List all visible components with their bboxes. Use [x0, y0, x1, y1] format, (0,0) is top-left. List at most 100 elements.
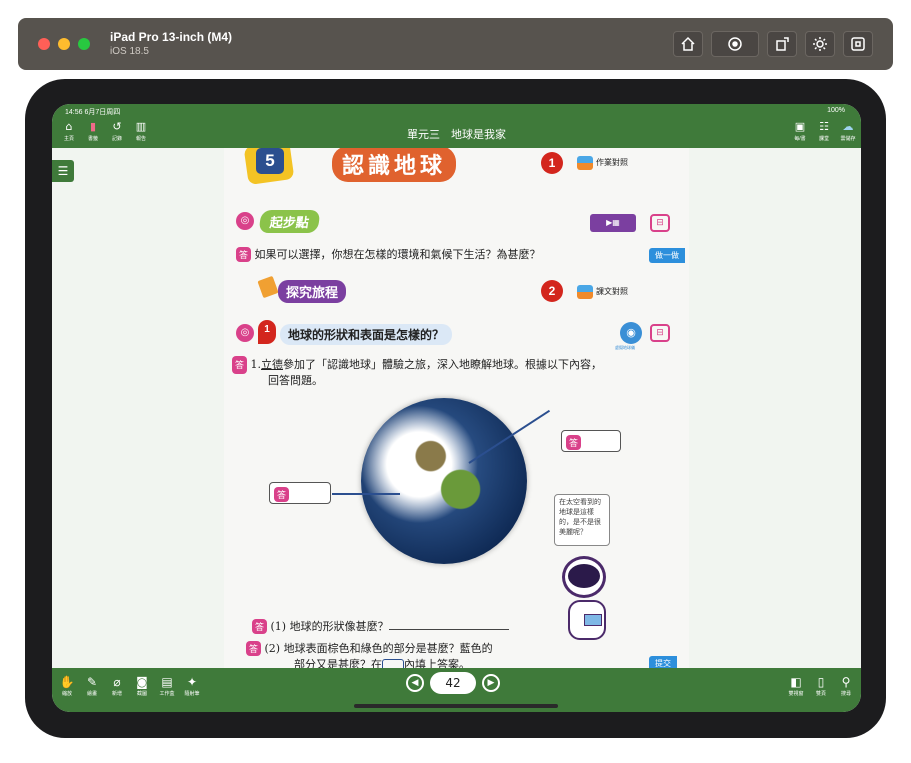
- rotate-button[interactable]: [767, 31, 797, 57]
- question-1-continued: 回答問題。: [268, 374, 323, 387]
- list-icon: ☰: [57, 164, 69, 178]
- activity-icon[interactable]: ▶▦: [590, 214, 636, 232]
- answer-field-right[interactable]: 答: [561, 430, 621, 452]
- bottom-left-tools: ✋ 縮放 ✎ 繪畫 ⌀ 新增 ◙ 截圖 ▤ 工作盒 ✦ 隨射筆: [58, 674, 201, 697]
- page-number[interactable]: 42: [430, 672, 476, 694]
- pointer-line-left: [332, 493, 400, 495]
- answer-icon[interactable]: 答: [232, 356, 248, 374]
- status-bar: 14:56 6月7日周四 100%: [52, 104, 861, 118]
- window-controls: [38, 38, 90, 50]
- sub-question-1-blank[interactable]: [388, 629, 509, 630]
- earth-globe-image: [361, 398, 527, 564]
- home-icon: [681, 36, 695, 51]
- text-compare-link[interactable]: 課文對照: [577, 285, 628, 299]
- virtual-globe-button[interactable]: ◉: [620, 322, 642, 344]
- do-it-button[interactable]: 做一做: [649, 248, 685, 263]
- callout-badge-1: 1: [541, 152, 563, 174]
- close-window-button[interactable]: [38, 38, 50, 50]
- command-button[interactable]: [843, 31, 873, 57]
- answer-icon[interactable]: 答: [252, 619, 268, 634]
- record-icon[interactable]: ⊟: [650, 214, 670, 232]
- virtual-globe-label: 虛擬地球儀: [615, 345, 635, 350]
- answer-box-inline[interactable]: [382, 659, 404, 668]
- status-time: 14:56 6月7日周四: [65, 109, 121, 116]
- dual-icon: ◧: [790, 675, 802, 689]
- submit-button[interactable]: 提交: [649, 656, 677, 668]
- home-button[interactable]: [673, 31, 703, 57]
- magic-icon: ✦: [186, 675, 198, 689]
- toolbox-tool[interactable]: ▤ 工作盒: [158, 674, 176, 697]
- pen-icon: ✎: [86, 675, 98, 689]
- screenshot-button[interactable]: [711, 31, 759, 57]
- sub-question-2: 答 (2) 地球表面棕色和綠色的部分是甚麼？藍色的: [246, 640, 493, 656]
- page-navigator: ◀ 42 ▶: [406, 672, 500, 694]
- bottom-toolbar: ✋ 縮放 ✎ 繪畫 ⌀ 新增 ◙ 截圖 ▤ 工作盒 ✦ 隨射筆 ◀ 42 ▶ ◧ 雙視窗 ▯ 雙…: [52, 668, 861, 712]
- toolbox-icon: ▤: [161, 675, 173, 689]
- unit-heading: 認識地球: [332, 148, 457, 182]
- intro-question: 答 如果可以選擇，你想在怎樣的環境和氣候下生活？為甚麼？: [236, 246, 541, 262]
- cloud-icon: ☁: [842, 120, 854, 133]
- sub-question-1: 答 (1) 地球的形狀像甚麼？: [252, 618, 509, 634]
- target-icon: ◎: [236, 324, 254, 342]
- answer-icon: 答: [566, 435, 582, 450]
- minimize-window-button[interactable]: [58, 38, 70, 50]
- start-point-label: 起步點: [258, 210, 321, 233]
- simulator-title-bar: iPad Pro 13-inch (M4) iOS 18.5: [18, 18, 893, 70]
- device-name: iPad Pro 13-inch (M4): [110, 30, 233, 44]
- homework-compare-link[interactable]: 作業對照: [577, 156, 628, 170]
- appearance-button[interactable]: [805, 31, 835, 57]
- search-tool[interactable]: ⚲ 搜尋: [837, 674, 855, 697]
- ipad-screen: 14:56 6月7日周四 100% ⌂ 主頁 ▮ 書籤 ↺ 記錄 ▥ 報告 單元三 地球…: [52, 104, 861, 712]
- ebook-tool[interactable]: ▣ 每/書: [791, 120, 809, 142]
- chevron-left-icon: ◀: [411, 678, 419, 688]
- next-page-button[interactable]: ▶: [482, 674, 500, 692]
- compare-icon: [577, 156, 593, 170]
- textbook-page: 5 認識地球 1 作業對照 ◎ 起步點 ▶▦ ⊟ 答 如果可以選擇，你想在怎樣的…: [224, 148, 689, 668]
- zoom-tool[interactable]: ✋ 縮放: [58, 674, 76, 697]
- bottom-right-tools: ◧ 雙視窗 ▯ 雙頁 ⚲ 搜尋: [787, 674, 855, 697]
- book-icon: ▣: [794, 120, 806, 133]
- callout-badge-2: 2: [541, 280, 563, 302]
- magic-pen-tool[interactable]: ✦ 隨射筆: [183, 674, 201, 697]
- classroom-icon: ☷: [819, 120, 829, 133]
- sub-question-2-continued: 部分又是甚麼？在 內填上答案。: [294, 656, 470, 668]
- section-heading: 地球的形狀和表面是怎樣的？: [280, 324, 453, 345]
- target-icon: ◎: [236, 212, 254, 230]
- brightness-icon: [813, 37, 827, 51]
- answer-icon[interactable]: 答: [246, 641, 262, 656]
- rotate-icon: [776, 37, 789, 51]
- status-battery: 100%: [827, 107, 845, 114]
- prev-page-button[interactable]: ◀: [406, 674, 424, 692]
- record-icon[interactable]: ⊟: [650, 324, 670, 342]
- top-right-tools: ▣ 每/書 ☷ 課堂 ☁ 雲儲存: [791, 120, 857, 142]
- answer-field-left[interactable]: 答: [269, 482, 331, 504]
- attach-tool[interactable]: ⌀ 新增: [108, 674, 126, 697]
- screenshot-tool[interactable]: ◙ 截圖: [133, 674, 151, 697]
- answer-icon: 答: [274, 487, 290, 502]
- top-toolbar: ⌂ 主頁 ▮ 書籤 ↺ 記錄 ▥ 報告 單元三 地球是我家 ▣ 每/書 ☷ 課堂 ☁ 雲儲存: [52, 118, 861, 148]
- hand-icon: ✋: [59, 675, 75, 689]
- table-of-contents-button[interactable]: ☰: [52, 160, 74, 182]
- unit-title: 單元三 地球是我家: [407, 129, 506, 141]
- compare-icon: [577, 285, 593, 299]
- classroom-tool[interactable]: ☷ 課堂: [815, 120, 833, 142]
- chevron-right-icon: ▶: [487, 678, 495, 688]
- dual-window-tool[interactable]: ◧ 雙視窗: [787, 674, 805, 697]
- answer-icon[interactable]: 答: [236, 247, 252, 262]
- double-page-tool[interactable]: ▯ 雙頁: [812, 674, 830, 697]
- os-version: iOS 18.5: [110, 46, 149, 57]
- cloud-tool[interactable]: ☁ 雲儲存: [839, 120, 857, 142]
- location-pin-icon: 1: [258, 320, 276, 344]
- zoom-window-button[interactable]: [78, 38, 90, 50]
- home-indicator[interactable]: [354, 704, 558, 708]
- pages-icon: ▯: [817, 675, 825, 689]
- unit-number: 5: [256, 148, 284, 174]
- globe-icon: ◉: [626, 326, 636, 339]
- camera-icon: ◙: [136, 675, 148, 689]
- command-icon: [851, 37, 865, 51]
- speech-bubble: 在太空看到的地球是這樣的，是不是很美麗呢？: [554, 494, 610, 546]
- draw-tool[interactable]: ✎ 繪畫: [83, 674, 101, 697]
- screenshot-icon: [728, 37, 742, 51]
- explore-megaphone-icon: [257, 275, 279, 299]
- paperclip-icon: ⌀: [113, 675, 121, 689]
